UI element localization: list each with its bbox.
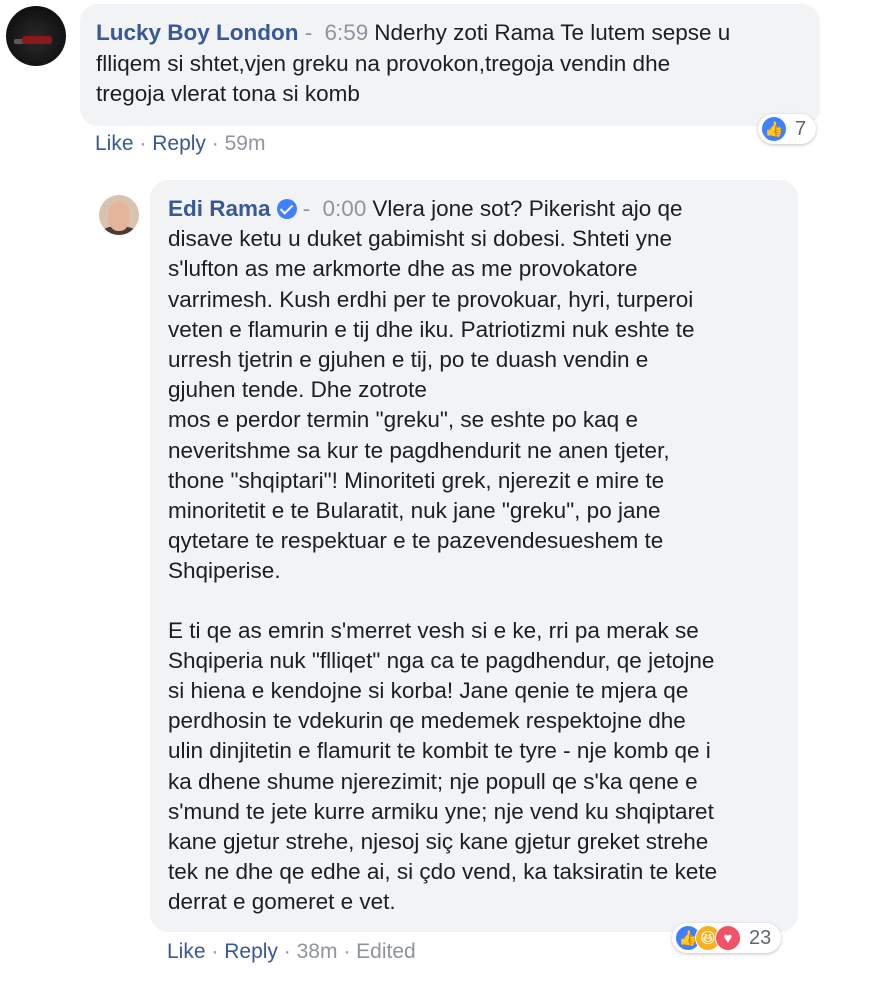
avatar-image-detail: [22, 36, 52, 44]
comment-body: Edi Rama - 0:00 Vlera jone sot? Pikerisht…: [168, 194, 782, 587]
separator: -: [298, 20, 319, 45]
separator: -: [296, 196, 317, 221]
comment-bubble: Lucky Boy London - 6:59 Nderhy zoti Rama …: [80, 4, 820, 126]
reactions-summary[interactable]: 👍 7: [758, 114, 817, 144]
reply-bubble: Edi Rama - 0:00 Vlera jone sot? Pikerisht…: [150, 180, 798, 932]
comment-text-paragraph: E ti qe as emrin s'merret vesh si e ke, …: [168, 617, 718, 915]
video-timestamp-link[interactable]: 6:59: [325, 20, 369, 45]
video-timestamp-link[interactable]: 0:00: [323, 196, 367, 221]
like-icon: 👍: [761, 116, 787, 142]
reactions-summary[interactable]: 👍 😆 ♥ 23: [672, 923, 782, 953]
separator: ·: [211, 940, 219, 963]
comment-author-link[interactable]: Edi Rama: [168, 196, 271, 221]
reply-link[interactable]: Reply: [152, 132, 206, 155]
separator: ·: [139, 132, 147, 155]
reaction-count: 23: [749, 926, 772, 949]
love-icon: ♥: [715, 925, 741, 951]
avatar[interactable]: [99, 195, 139, 235]
separator: ·: [283, 940, 291, 963]
comment-age-link[interactable]: 38m: [297, 940, 338, 963]
separator: ·: [211, 132, 219, 155]
separator: ·: [343, 940, 351, 963]
comment-actions: Like · Reply · 38m · Edited: [167, 940, 416, 964]
reaction-count: 7: [795, 117, 807, 140]
like-link[interactable]: Like: [95, 132, 134, 155]
comment-author-link[interactable]: Lucky Boy London: [96, 20, 299, 45]
reply-link[interactable]: Reply: [224, 940, 278, 963]
edited-label[interactable]: Edited: [356, 940, 416, 963]
avatar[interactable]: [6, 6, 66, 66]
verified-badge-icon: [276, 199, 297, 219]
like-link[interactable]: Like: [167, 940, 206, 963]
avatar-image-detail: [108, 201, 130, 231]
comment-text: Vlera jone sot? Pikerisht ajo qe disave …: [168, 196, 695, 584]
comment-actions: Like · Reply · 59m: [95, 132, 265, 156]
comment-age-link[interactable]: 59m: [225, 132, 266, 155]
comment-body: Lucky Boy London - 6:59 Nderhy zoti Rama …: [96, 18, 804, 110]
